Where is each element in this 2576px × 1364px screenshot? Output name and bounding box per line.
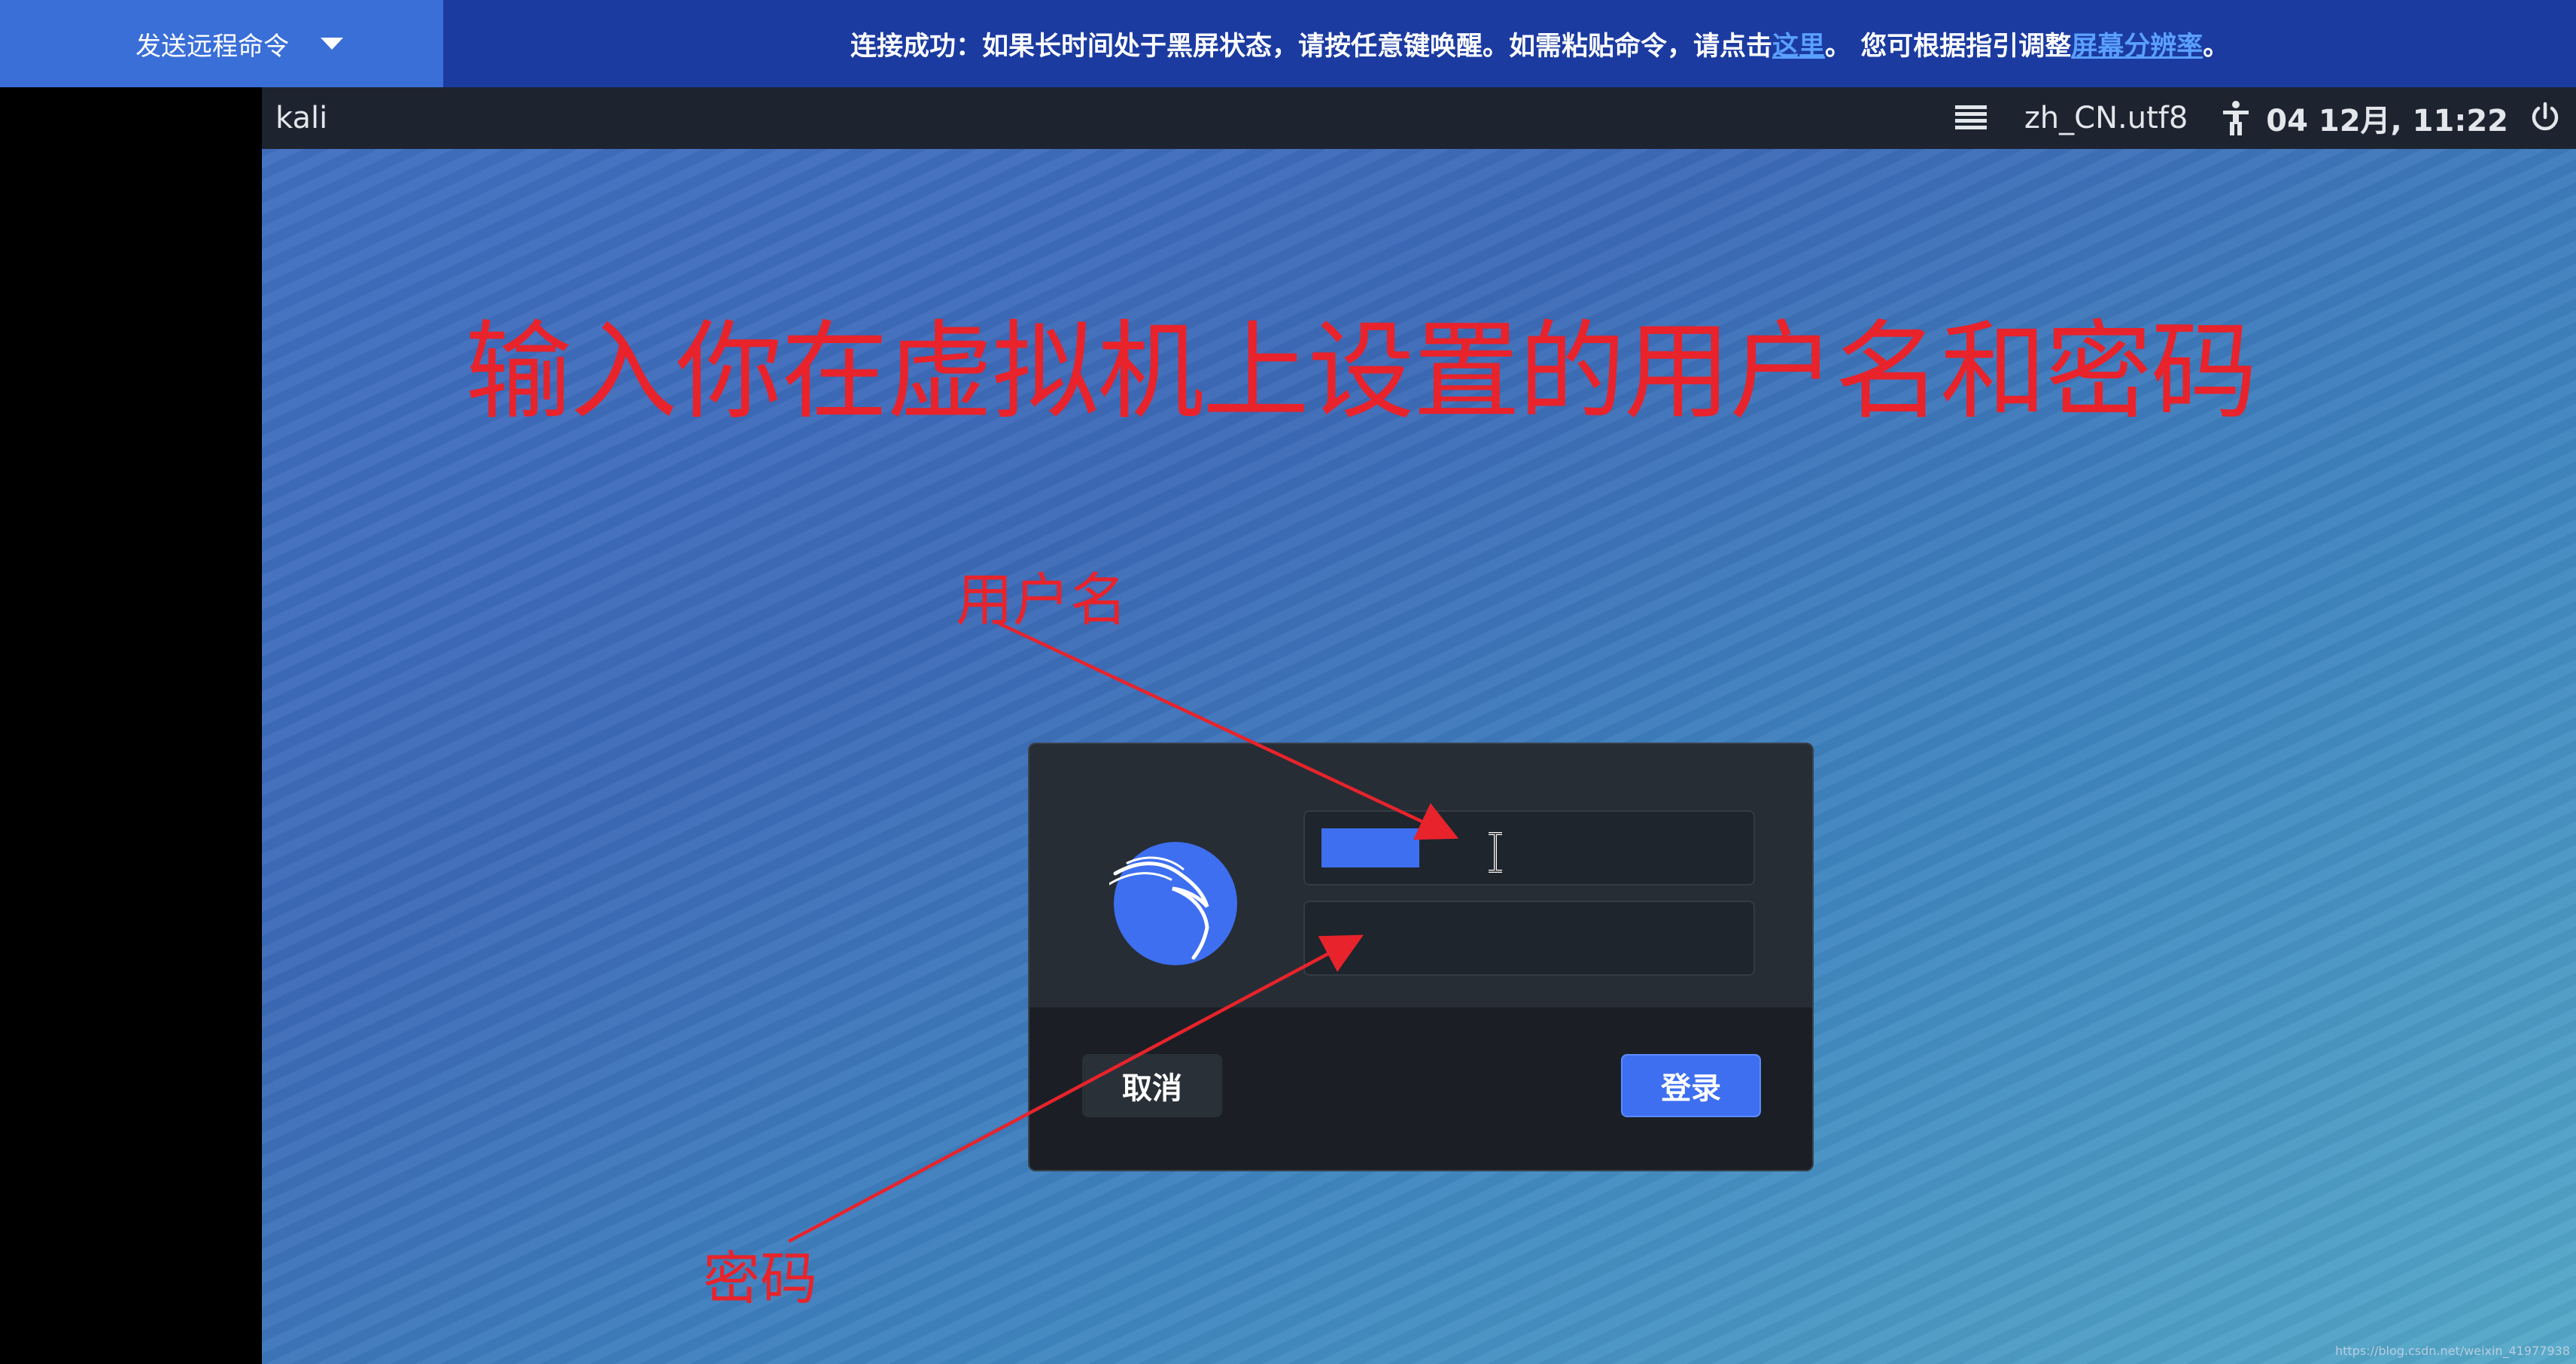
annotation-arrows <box>787 621 1459 1243</box>
annotation-username-label: 用户名 <box>956 567 1127 633</box>
watermark: https://blog.csdn.net/weixin_41977938 <box>2334 1344 2570 1358</box>
paste-command-link[interactable]: 这里 <box>1772 25 1825 63</box>
power-icon[interactable] <box>2529 101 2561 135</box>
text-cursor-icon <box>1486 831 1505 880</box>
notice-text-middle: 。 您可根据指引调整 <box>1825 31 2072 62</box>
password-field[interactable] <box>1303 901 1755 976</box>
kali-top-panel: kali zh_CN.utf8 04 12月, 11:22 <box>262 87 2576 149</box>
send-remote-command-label: 发送远程命令 <box>135 31 289 62</box>
clock-label[interactable]: 04 12月, 11:22 <box>2266 96 2508 140</box>
vm-screen[interactable]: kali zh_CN.utf8 04 12月, 11:22 输入你在虚拟机上设置… <box>262 87 2576 1364</box>
cancel-button[interactable]: 取消 <box>1082 1054 1222 1117</box>
connection-notice: 连接成功：如果长时间处于黑屏状态，请按任意键唤醒。如需粘贴命令，请点击 这里 。… <box>850 0 2229 87</box>
accessibility-icon[interactable] <box>2221 99 2251 137</box>
username-value <box>1321 828 1419 867</box>
annotation-password-label: 密码 <box>703 1245 817 1312</box>
menu-icon[interactable] <box>1954 101 1988 135</box>
screen-resolution-link[interactable]: 屏幕分辨率 <box>2071 25 2203 63</box>
login-button[interactable]: 登录 <box>1621 1054 1761 1117</box>
locale-selector[interactable]: zh_CN.utf8 <box>2024 101 2188 135</box>
annotation-title: 输入你在虚拟机上设置的用户名和密码 <box>465 310 2258 434</box>
kali-dragon-avatar <box>1108 837 1237 965</box>
username-field[interactable] <box>1303 810 1755 886</box>
notice-text-suffix: 。 <box>2203 31 2230 62</box>
send-remote-command-dropdown[interactable]: 发送远程命令 <box>0 0 443 87</box>
notice-text-prefix: 连接成功：如果长时间处于黑屏状态，请按任意键唤醒。如需粘贴命令，请点击 <box>850 31 1773 62</box>
remote-toolbar: 发送远程命令 连接成功：如果长时间处于黑屏状态，请按任意键唤醒。如需粘贴命令，请… <box>0 0 2576 87</box>
chevron-down-icon <box>321 38 343 50</box>
hostname-label: kali <box>275 101 328 135</box>
login-dialog: 取消 登录 <box>1028 743 1814 1171</box>
